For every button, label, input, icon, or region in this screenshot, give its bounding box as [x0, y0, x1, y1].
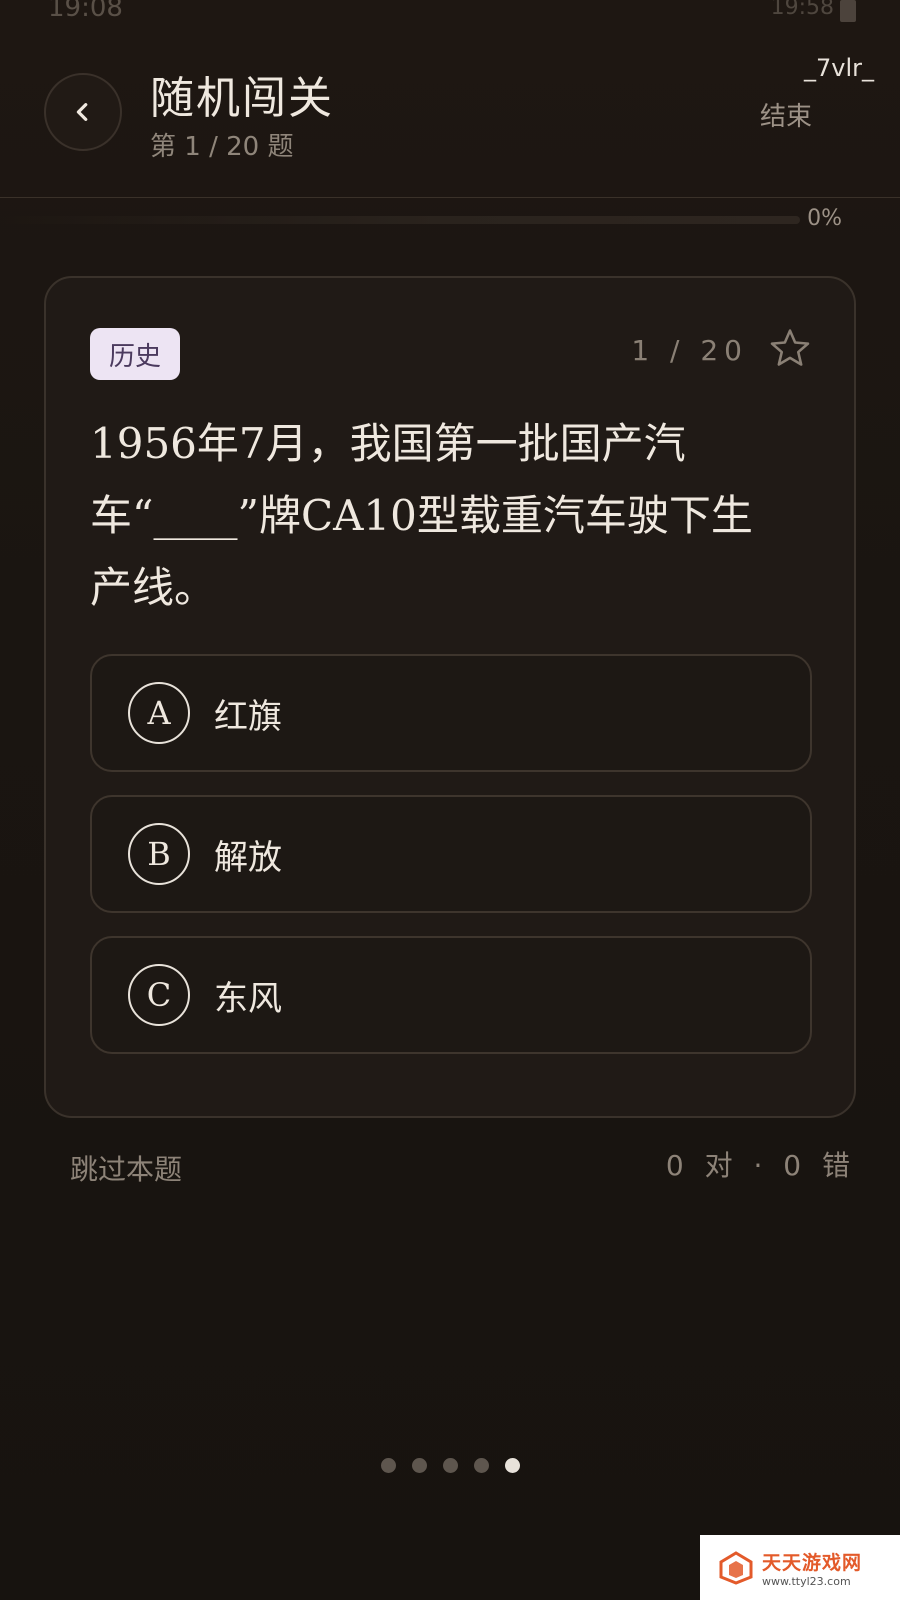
option-b[interactable]: B 解放 — [90, 795, 812, 913]
watermark-url: www.ttyl23.com — [762, 1574, 851, 1588]
page-dot[interactable] — [473, 1458, 489, 1473]
end-button[interactable]: 结束 — [760, 96, 812, 133]
skip-question-button[interactable]: 跳过本题 — [70, 1148, 182, 1188]
star-icon[interactable] — [768, 326, 812, 370]
score-summary: 0 对 · 0 错 — [665, 1149, 856, 1182]
question-card: 历史 1 / 20 1956年7月，我国第一批国产汽车“____”牌CA10型载… — [44, 276, 856, 1118]
option-text: 东风 — [214, 978, 282, 1019]
option-letter: C — [128, 964, 190, 1026]
option-text: 红旗 — [214, 696, 282, 737]
header: 随机闯关 第 1 / 20 题 _7vlr_ 结束 — [0, 0, 900, 198]
page-dot[interactable] — [380, 1458, 396, 1473]
chevron-left-icon — [76, 103, 88, 121]
category-badge: 历史 — [90, 328, 180, 380]
option-a[interactable]: A 红旗 — [90, 654, 812, 772]
progress-bar — [0, 216, 800, 224]
progress-percent: 0% — [807, 206, 842, 231]
page-dot[interactable] — [504, 1458, 520, 1473]
question-progress-subtitle: 第 1 / 20 题 — [150, 132, 294, 162]
page-indicator — [0, 1458, 900, 1473]
page-dot[interactable] — [442, 1458, 458, 1473]
question-text: 1956年7月，我国第一批国产汽车“____”牌CA10型载重汽车驶下生产线。 — [90, 419, 753, 612]
question-counter: 1 / 20 — [631, 334, 748, 367]
option-text: 解放 — [214, 837, 282, 878]
watermark-logo-icon — [719, 1550, 753, 1585]
watermark: 天天游戏网 www.ttyl23.com — [700, 1535, 900, 1600]
page-dot[interactable] — [411, 1458, 427, 1473]
watermark-title: 天天游戏网 — [762, 1551, 863, 1574]
back-button[interactable] — [44, 73, 122, 151]
option-c[interactable]: C 东风 — [90, 936, 812, 1054]
page-title: 随机闯关 — [150, 73, 334, 124]
option-letter: A — [128, 682, 190, 744]
option-letter: B — [128, 823, 190, 885]
username: _7vlr_ — [803, 54, 874, 82]
